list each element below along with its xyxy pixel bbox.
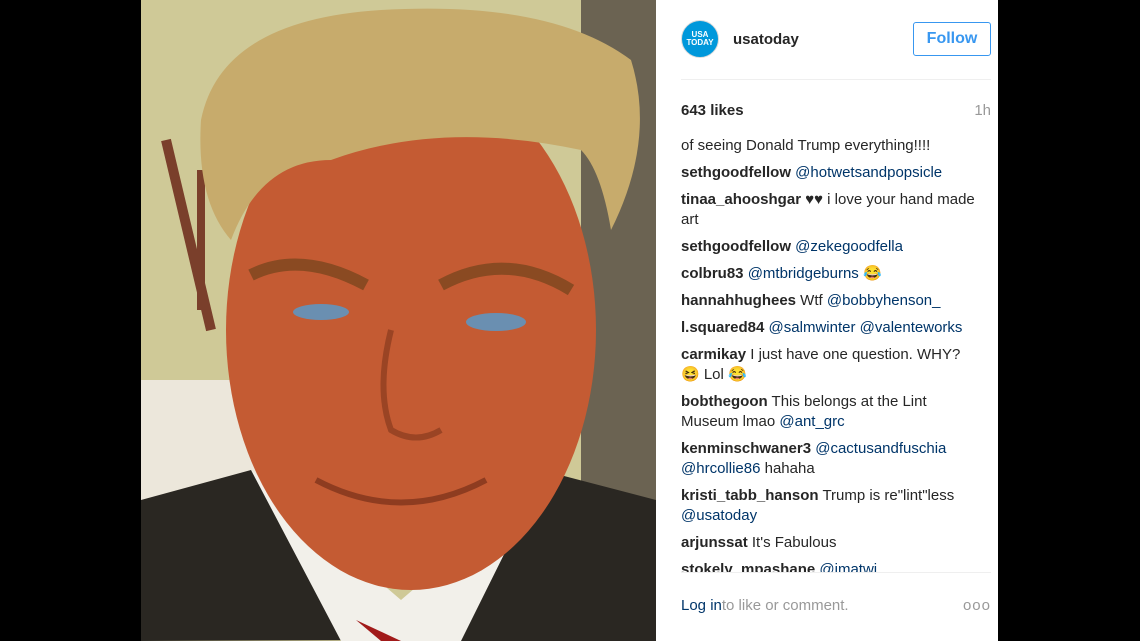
comment-text: It's Fabulous [747, 534, 837, 551]
post-footer: Log in to like or comment. ooo [681, 597, 991, 614]
post-panel: USA TODAY usatoday Follow 643 likes 1h o… [656, 0, 998, 641]
comment-text: of seeing Donald Trump everything!!!! [681, 137, 931, 154]
comment-item: kristi_tabb_hanson Trump is re"lint"less… [681, 486, 978, 526]
comment-item: tinaa_ahooshgar ♥♥ i love your hand made… [681, 190, 978, 230]
comment-mention[interactable]: @ant_grc [779, 413, 844, 430]
more-options-icon[interactable]: ooo [963, 597, 991, 614]
comment-mention[interactable]: @imatwi [819, 561, 877, 572]
comment-item: of seeing Donald Trump everything!!!! [681, 136, 978, 156]
comment-mention[interactable]: @hotwetsandpopsicle [795, 164, 942, 181]
likes-count[interactable]: 643 likes [681, 102, 744, 119]
comment-mention[interactable]: @cactusandfuschia [815, 440, 946, 457]
comment-username[interactable]: hannahhughees [681, 292, 796, 309]
avatar[interactable]: USA TODAY [681, 20, 719, 58]
comment-username[interactable]: bobthegoon [681, 393, 768, 410]
comment-item: sethgoodfellow @zekegoodfella [681, 237, 978, 257]
follow-button[interactable]: Follow [913, 22, 991, 56]
post-header: USA TODAY usatoday Follow [681, 20, 991, 58]
login-link[interactable]: Log in [681, 597, 722, 614]
comment-mention[interactable]: @salmwinter [769, 319, 856, 336]
comment-item: hannahhughees Wtf @bobbyhenson_ [681, 291, 978, 311]
post-time[interactable]: 1h [974, 102, 991, 119]
post-photo [141, 0, 656, 641]
divider [681, 572, 991, 573]
comment-item: stokely_mpashane @imatwi [681, 560, 978, 572]
comment-username[interactable]: kristi_tabb_hanson [681, 487, 819, 504]
comment-username[interactable]: sethgoodfellow [681, 164, 791, 181]
comment-username[interactable]: l.squared84 [681, 319, 764, 336]
comment-item: arjunssat It's Fabulous [681, 533, 978, 553]
comment-item: carmikay I just have one question. WHY? … [681, 345, 978, 385]
comment-username[interactable]: arjunssat [681, 534, 748, 551]
comment-mention[interactable]: @bobbyhenson_ [827, 292, 941, 309]
comment-mention[interactable]: @hrcollie86 [681, 460, 760, 477]
comment-mention[interactable]: @valenteworks [860, 319, 963, 336]
comment-text: hahaha [760, 460, 815, 477]
sculpture-image [141, 0, 656, 641]
comment-mention[interactable]: @mtbridgeburns [748, 265, 859, 282]
comment-text: Wtf [796, 292, 827, 309]
divider [681, 79, 991, 80]
comment-list[interactable]: of seeing Donald Trump everything!!!! set… [681, 136, 978, 572]
comment-username[interactable]: tinaa_ahooshgar [681, 191, 801, 208]
login-prompt-text: to like or comment. [721, 597, 849, 614]
comment-username[interactable]: carmikay [681, 346, 746, 363]
comment-item: colbru83 @mtbridgeburns 😂 [681, 264, 978, 284]
comment-username[interactable]: colbru83 [681, 265, 744, 282]
comment-item: kenminschwaner3 @cactusandfuschia @hrcol… [681, 439, 978, 479]
comment-item: sethgoodfellow @hotwetsandpopsicle [681, 163, 978, 183]
likes-row: 643 likes 1h [681, 102, 991, 119]
username-link[interactable]: usatoday [733, 31, 799, 48]
comment-mention[interactable]: @usatoday [681, 507, 757, 524]
comment-username[interactable]: stokely_mpashane [681, 561, 815, 572]
comment-mention[interactable]: @zekegoodfella [795, 238, 903, 255]
comment-item: bobthegoon This belongs at the Lint Muse… [681, 392, 978, 432]
comment-item: l.squared84 @salmwinter @valenteworks [681, 318, 978, 338]
comment-username[interactable]: kenminschwaner3 [681, 440, 811, 457]
comment-username[interactable]: sethgoodfellow [681, 238, 791, 255]
comment-text: Trump is re"lint"less [818, 487, 955, 504]
comment-text: 😂 [858, 265, 882, 282]
